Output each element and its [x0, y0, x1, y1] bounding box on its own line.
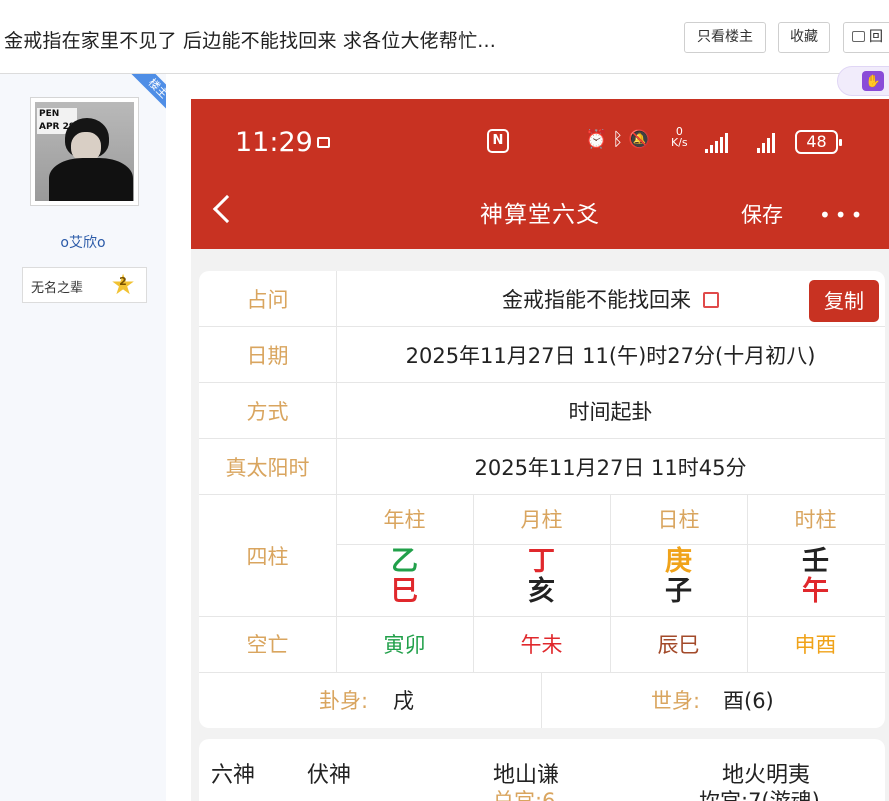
- method-label: 方式: [246, 400, 289, 424]
- avatar[interactable]: PEN APR 29: [30, 97, 139, 206]
- rank-level: 2: [119, 275, 127, 288]
- question-label: 占问: [246, 288, 289, 312]
- void-day: 辰巳: [657, 633, 700, 657]
- pillar-head-year: 年柱: [383, 508, 426, 532]
- gua-body-label: 卦身:: [319, 689, 369, 713]
- save-button[interactable]: 保存: [741, 199, 783, 229]
- year-stem: 乙: [391, 546, 418, 577]
- year-branch: 巳: [391, 576, 418, 607]
- rank-box: 无名之辈 ★ 2: [22, 267, 147, 303]
- gua-body-value: 戌: [393, 689, 414, 713]
- question-value: 金戒指能不能找回来: [336, 284, 885, 314]
- reply-label: 回: [869, 29, 883, 45]
- hexagram-card: 六神 伏神 地山谦 地火明夷 兑宫:6 坎宫:7(游魂): [199, 739, 885, 801]
- status-icons: ⏰ᛒ🔕: [585, 129, 656, 150]
- fushen-header: 伏神: [307, 763, 352, 788]
- solar-time-value: 2025年11月27日 11时45分: [474, 456, 747, 480]
- signal-icon-2: [757, 133, 777, 153]
- pillar-head-month: 月柱: [520, 508, 563, 532]
- hour-branch: 午: [802, 576, 829, 607]
- divider: [541, 672, 542, 728]
- divider: [199, 438, 885, 439]
- changed-hexagram-palace: 坎宫:7(游魂): [699, 789, 820, 801]
- reply-button[interactable]: 回: [843, 22, 889, 53]
- main-hexagram-palace: 兑宫:6: [493, 789, 556, 801]
- shi-body-value: 酉(6): [723, 689, 774, 713]
- void-month: 午未: [520, 633, 563, 657]
- nfc-icon: N: [487, 129, 509, 153]
- thread-title: 金戒指在家里不见了 后边能不能找回来 求各位大佬帮忙...: [4, 30, 496, 52]
- divider: [199, 672, 885, 673]
- notification-icon: [317, 137, 330, 148]
- favorite-button[interactable]: 收藏: [778, 22, 830, 53]
- comment-icon: [852, 31, 865, 42]
- status-time: 11:29: [235, 127, 313, 158]
- battery-icon: 48: [795, 130, 842, 154]
- divination-info-card: 占问 金戒指能不能找回来 复制 日期 2025年11月27日 11(午)时27分…: [199, 271, 885, 728]
- net-speed: 0 K/s: [671, 126, 688, 148]
- bluetooth-icon: ᛒ: [612, 129, 629, 150]
- divider: [199, 382, 885, 383]
- username[interactable]: o艾欣o: [0, 232, 166, 252]
- question-text: 金戒指能不能找回来: [502, 288, 691, 312]
- avatar-body: [49, 158, 133, 201]
- date-value: 2025年11月27日 11(午)时27分(十月初八): [405, 344, 816, 368]
- day-stem: 庚: [665, 546, 692, 577]
- shi-body-label: 世身:: [651, 689, 701, 713]
- thread-header: 金戒指在家里不见了 后边能不能找回来 求各位大佬帮忙... 只看楼主 收藏 回: [0, 0, 889, 74]
- signal-icon: [705, 133, 730, 153]
- avatar-image: PEN APR 29: [35, 102, 134, 201]
- mute-icon: 🔕: [628, 129, 656, 150]
- more-icon[interactable]: •••: [819, 203, 866, 227]
- void-year: 寅卯: [383, 633, 426, 657]
- medal-badge[interactable]: ✋: [837, 66, 889, 96]
- void-hour: 申酉: [794, 633, 837, 657]
- rank-title: 无名之辈: [31, 281, 84, 296]
- hour-stem: 壬: [802, 546, 829, 577]
- app-title: 神算堂六爻: [480, 202, 600, 228]
- net-speed-unit: K/s: [671, 136, 688, 149]
- only-op-button[interactable]: 只看楼主: [684, 22, 766, 53]
- void-label: 空亡: [246, 633, 289, 657]
- post-image: 11:29 N ⏰ᛒ🔕 0 K/s 48 神算堂六爻 保存 ••• 占问 金戒指能…: [191, 99, 889, 801]
- pillar-head-day: 日柱: [657, 508, 700, 532]
- month-branch: 亥: [528, 576, 555, 607]
- liushen-header: 六神: [211, 763, 256, 788]
- hand-icon: ✋: [862, 71, 884, 91]
- divider: [199, 494, 885, 495]
- copy-button[interactable]: 复制: [809, 280, 879, 322]
- day-branch: 子: [665, 576, 692, 607]
- pillars-label: 四柱: [246, 545, 289, 569]
- alarm-icon: ⏰: [585, 129, 613, 150]
- divider: [199, 616, 885, 617]
- month-stem: 丁: [528, 546, 555, 577]
- method-value: 时间起卦: [568, 400, 653, 424]
- divider: [199, 326, 885, 327]
- edit-icon[interactable]: [703, 292, 719, 308]
- date-label: 日期: [246, 344, 289, 368]
- pillar-head-hour: 时柱: [794, 508, 837, 532]
- solar-time-label: 真太阳时: [225, 456, 310, 480]
